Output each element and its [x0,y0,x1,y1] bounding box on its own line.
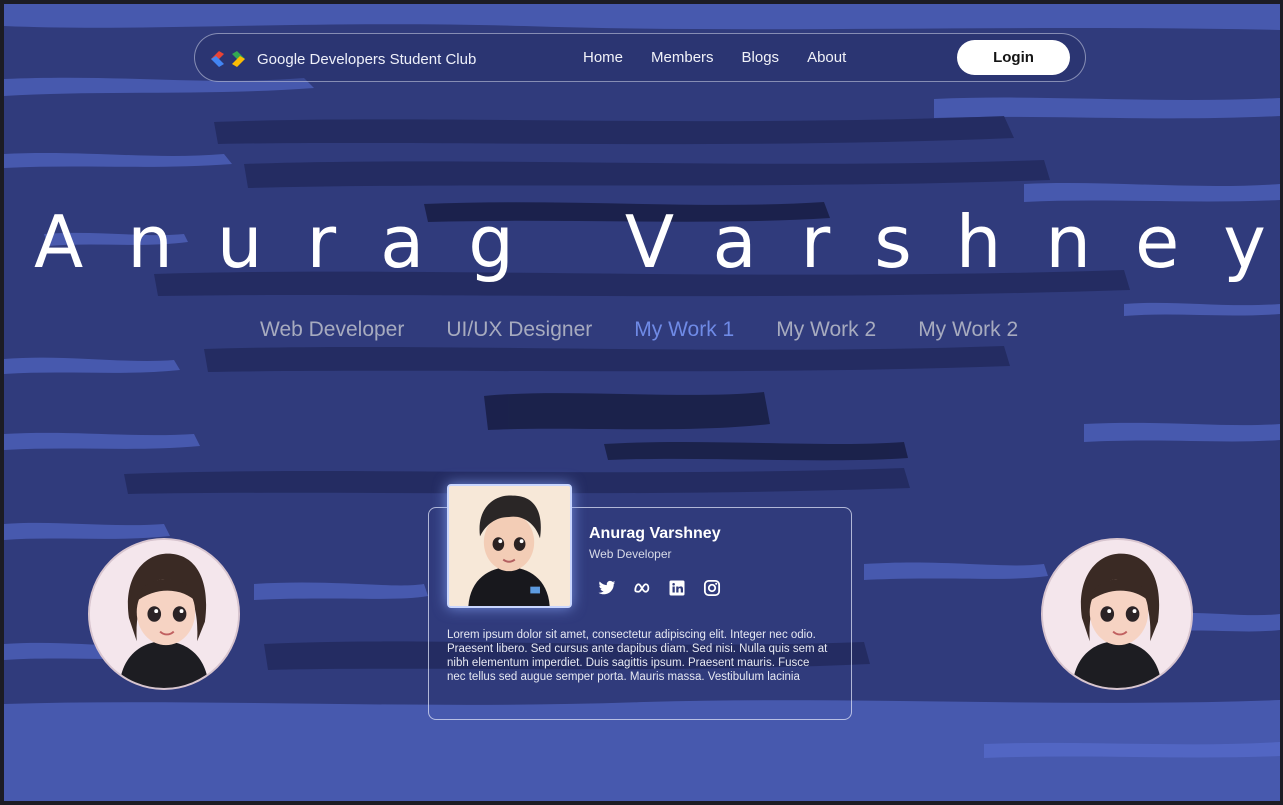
role-tab-web-developer[interactable]: Web Developer [260,318,404,342]
avatar-right[interactable] [1041,538,1193,690]
role-tab-my-work-2-second[interactable]: My Work 2 [918,318,1018,342]
girl-avatar-image [90,540,238,688]
twitter-icon[interactable] [598,579,616,597]
hero-name-title: Anurag Varshney [34,200,1280,284]
gdsc-logo-icon [211,51,245,67]
login-button[interactable]: Login [957,40,1070,75]
nav-link-blogs[interactable]: Blogs [742,49,780,66]
meta-icon[interactable] [633,579,651,597]
boy-avatar-image [449,486,570,606]
nav-links: Home Members Blogs About [583,49,846,66]
linkedin-icon[interactable] [668,579,686,597]
instagram-icon[interactable] [703,579,721,597]
profile-role: Web Developer [589,547,672,561]
role-tab-ui-ux-designer[interactable]: UI/UX Designer [446,318,592,342]
girl-avatar-image [1043,540,1191,688]
brand-name: Google Developers Student Club [257,50,477,68]
avatar-left[interactable] [88,538,240,690]
profile-name: Anurag Varshney [589,525,721,542]
social-links [598,579,721,597]
nav-link-home[interactable]: Home [583,49,623,66]
role-tab-my-work-2[interactable]: My Work 2 [776,318,876,342]
profile-photo [447,484,572,608]
nav-link-about[interactable]: About [807,49,846,66]
nav-link-members[interactable]: Members [651,49,714,66]
profile-bio: Lorem ipsum dolor sit amet, consectetur … [447,629,828,683]
page-background: Google Developers Student Club Home Memb… [4,4,1280,801]
role-tab-my-work-1[interactable]: My Work 1 [634,318,734,342]
brand[interactable]: Google Developers Student Club [209,48,476,70]
role-tabs: Web Developer UI/UX Designer My Work 1 M… [260,318,1018,342]
top-navbar: Google Developers Student Club Home Memb… [194,33,1086,82]
